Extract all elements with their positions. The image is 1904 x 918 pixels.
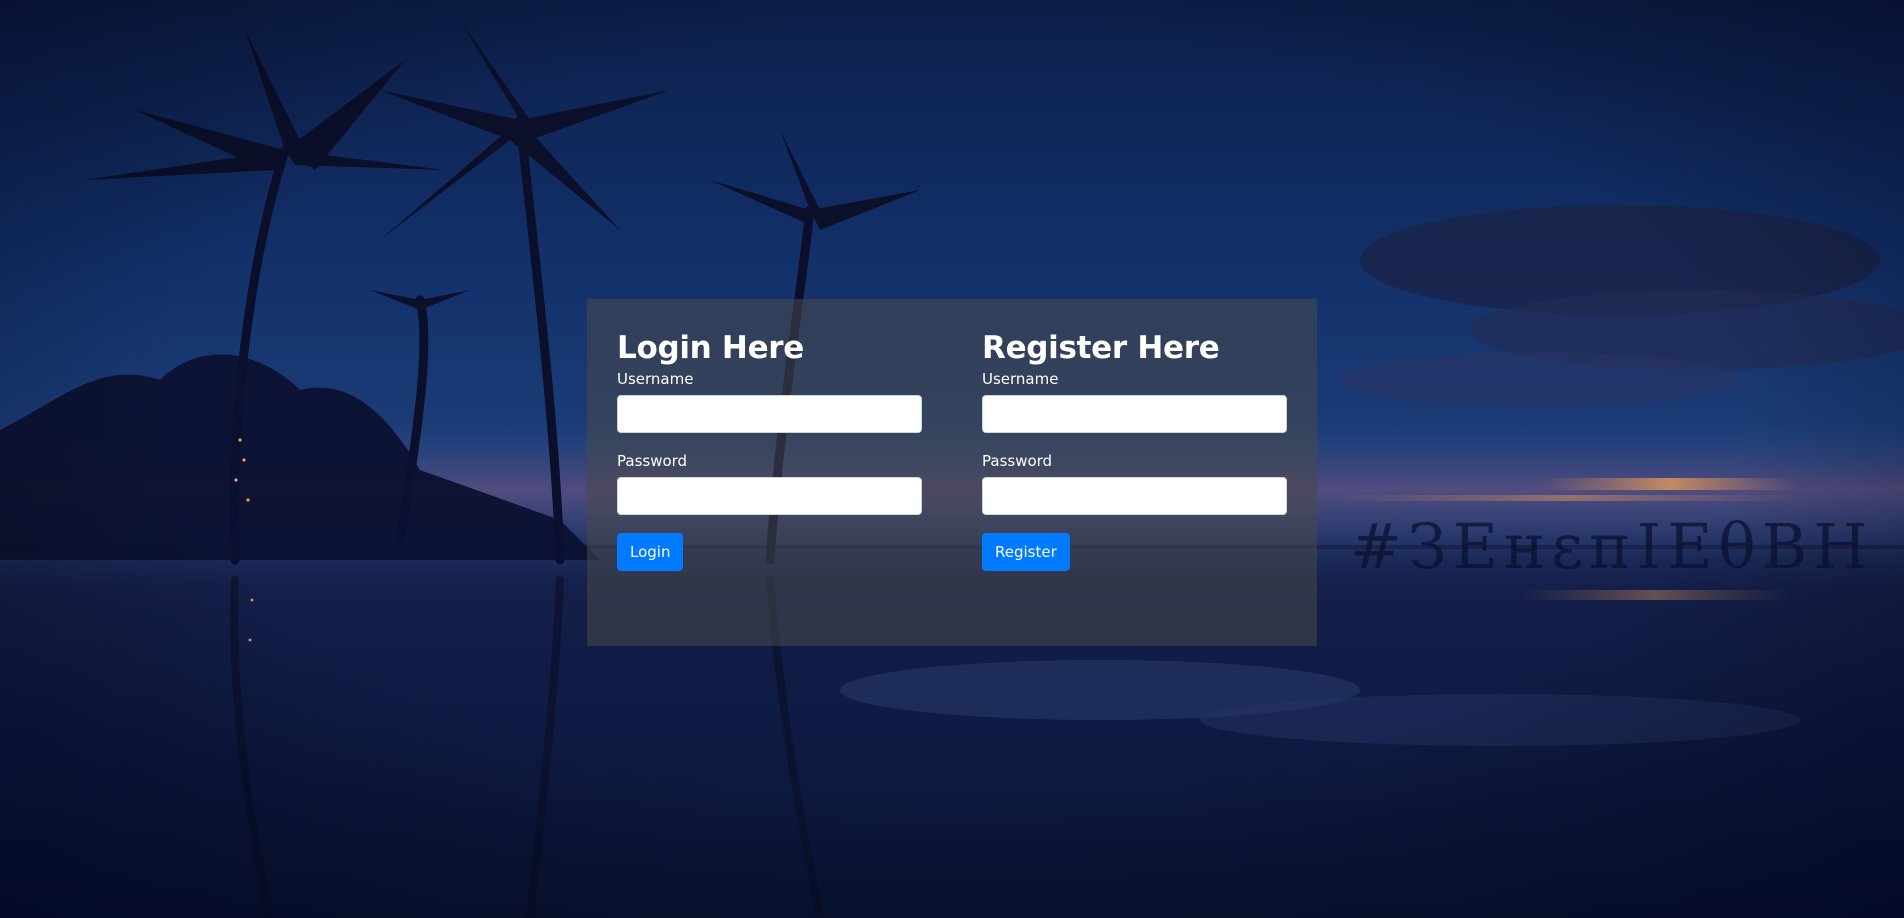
login-password-input[interactable]	[617, 477, 922, 515]
graffiti-mark: #ЗЕнεпІЕθВН	[1350, 510, 1874, 583]
auth-panel: Login Here Username Password Login Regis…	[587, 299, 1317, 646]
register-username-label: Username	[982, 370, 1059, 388]
login-title: Login Here	[617, 330, 805, 366]
register-title: Register Here	[982, 330, 1220, 366]
register-form: Register Here Username Password Register	[982, 329, 1287, 571]
login-button[interactable]: Login	[617, 533, 684, 571]
register-username-input[interactable]	[982, 395, 1287, 433]
login-username-input[interactable]	[617, 395, 922, 433]
register-button[interactable]: Register	[982, 533, 1070, 571]
register-password-label: Password	[982, 452, 1053, 470]
register-password-input[interactable]	[982, 477, 1287, 515]
login-username-label: Username	[617, 370, 694, 388]
login-password-label: Password	[617, 452, 688, 470]
login-form: Login Here Username Password Login	[617, 329, 922, 571]
